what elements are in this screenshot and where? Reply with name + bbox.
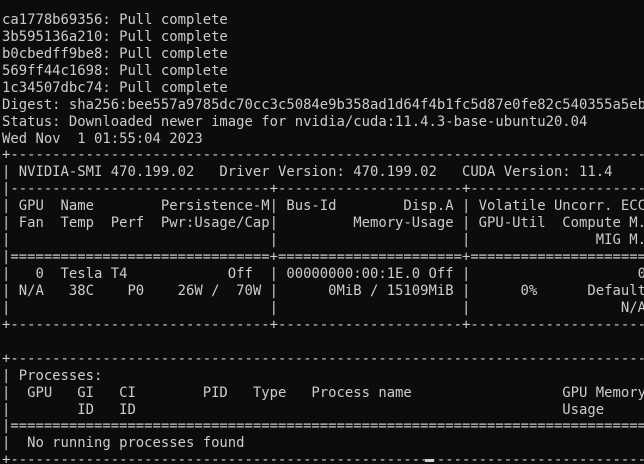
terminal-line: Wed Nov 1 01:55:04 2023: [2, 130, 203, 147]
terminal-line: | ID ID Usage |: [2, 401, 644, 418]
terminal-line: | GPU GI CI PID Type Process name GPU Me…: [2, 384, 644, 401]
terminal-line: 569ff44c1698: Pull complete: [2, 62, 228, 79]
terminal-output: ca1778b69356: Pull complete 3b595136a210:…: [2, 0, 644, 464]
terminal-line: | 0 Tesla T4 Off | 00000000:00:1E.0 Off …: [2, 266, 644, 282]
terminal-line: ca1778b69356: Pull complete: [2, 11, 228, 28]
terminal-line: +---------------------------------------…: [2, 147, 644, 164]
terminal-line: | No running processes found |: [2, 435, 644, 452]
terminal-line: +---------------------------------------…: [2, 350, 644, 367]
terminal-line: | N/A 38C P0 26W / 70W | 0MiB / 15109MiB…: [2, 282, 644, 299]
terminal-window[interactable]: ca1778b69356: Pull complete 3b595136a210:…: [2, 0, 644, 464]
terminal-line: |-------------------------------+-------…: [2, 181, 644, 198]
terminal-line: 3b595136a210: Pull complete: [2, 28, 228, 45]
terminal-line: | | | MIG M. |: [2, 232, 644, 249]
terminal-line: | Processes: |: [2, 367, 644, 384]
terminal-line: |===============================+=======…: [2, 249, 644, 266]
terminal-cursor: [425, 459, 434, 462]
terminal-line: |=======================================…: [2, 418, 644, 435]
terminal-line: | GPU Name Persistence-M| Bus-Id Disp.A …: [2, 198, 644, 215]
terminal-line: +-------------------------------+-------…: [2, 316, 644, 333]
terminal-line: | Fan Temp Perf Pwr:Usage/Cap| Memory-Us…: [2, 215, 644, 232]
terminal-line: Status: Downloaded newer image for nvidi…: [2, 113, 588, 130]
terminal-line: 1c34507dbc74: Pull complete: [2, 79, 228, 96]
terminal-line: +---------------------------------------…: [2, 452, 644, 464]
terminal-line: | | | N/A |: [2, 299, 644, 316]
terminal-line: Digest: sha256:bee557a9785dc70cc3c5084e9…: [2, 96, 644, 113]
terminal-line: b0cbedff9be8: Pull complete: [2, 45, 228, 62]
terminal-line: | NVIDIA-SMI 470.199.02 Driver Version: …: [2, 164, 644, 181]
